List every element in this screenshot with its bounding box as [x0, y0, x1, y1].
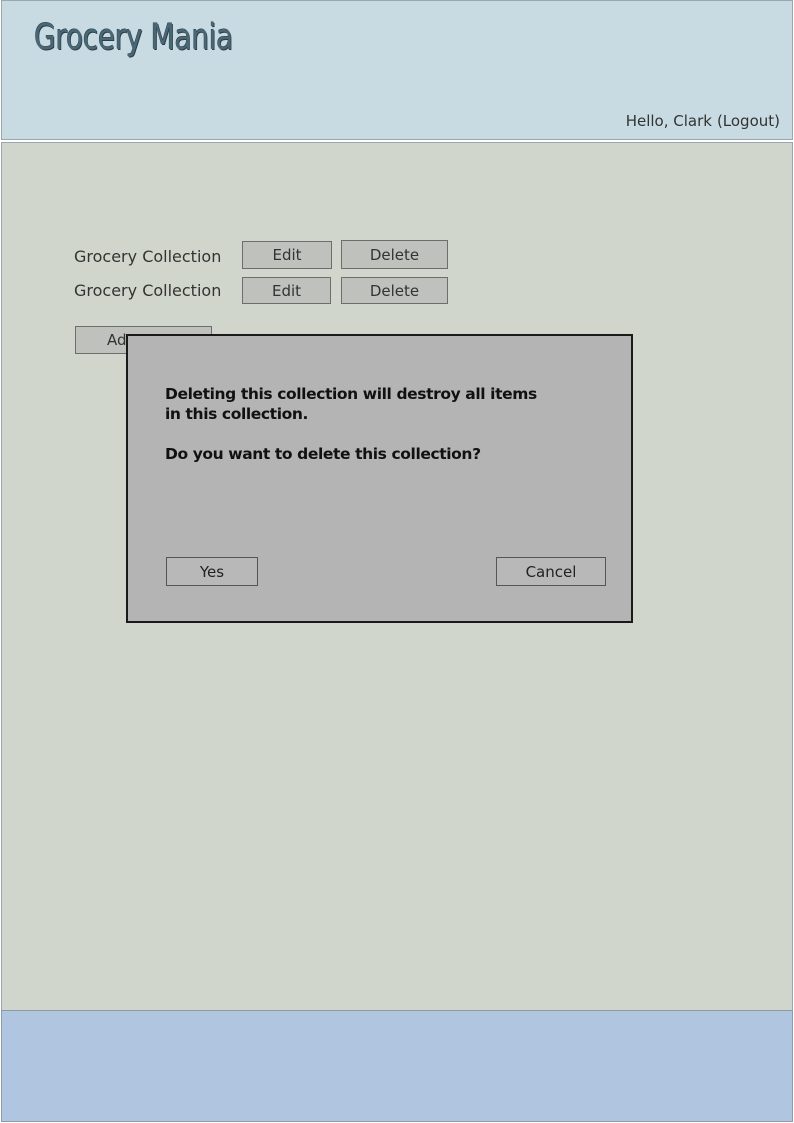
dialog-message-line: in this collection. [165, 405, 308, 423]
app-logo: Grocery Mania [34, 17, 233, 58]
user-area: Hello, Clark (Logout) [626, 112, 780, 130]
dialog-question: Do you want to delete this collection? [165, 445, 481, 463]
add-collection-label: Ad [107, 331, 127, 349]
footer [1, 1010, 793, 1122]
header: Grocery Mania Hello, Clark (Logout) [1, 0, 793, 140]
dialog-message: Deleting this collection will destroy al… [165, 384, 545, 424]
user-greeting: Hello, Clark [625, 112, 712, 130]
edit-button[interactable]: Edit [242, 241, 332, 269]
delete-button[interactable]: Delete [341, 240, 448, 269]
collection-row: Grocery Collection [74, 278, 242, 302]
cancel-button[interactable]: Cancel [496, 557, 606, 586]
collection-name: Grocery Collection [74, 280, 222, 300]
logout-link[interactable]: (Logout) [717, 112, 780, 130]
collection-name: Grocery Collection [74, 246, 222, 266]
dialog-message-line: Deleting this collection will destroy al… [165, 385, 537, 403]
yes-button[interactable]: Yes [166, 557, 258, 586]
delete-confirm-dialog: Deleting this collection will destroy al… [126, 334, 633, 623]
edit-button[interactable]: Edit [242, 277, 331, 304]
delete-button[interactable]: Delete [341, 277, 448, 304]
collection-row: Grocery Collection [74, 244, 242, 268]
